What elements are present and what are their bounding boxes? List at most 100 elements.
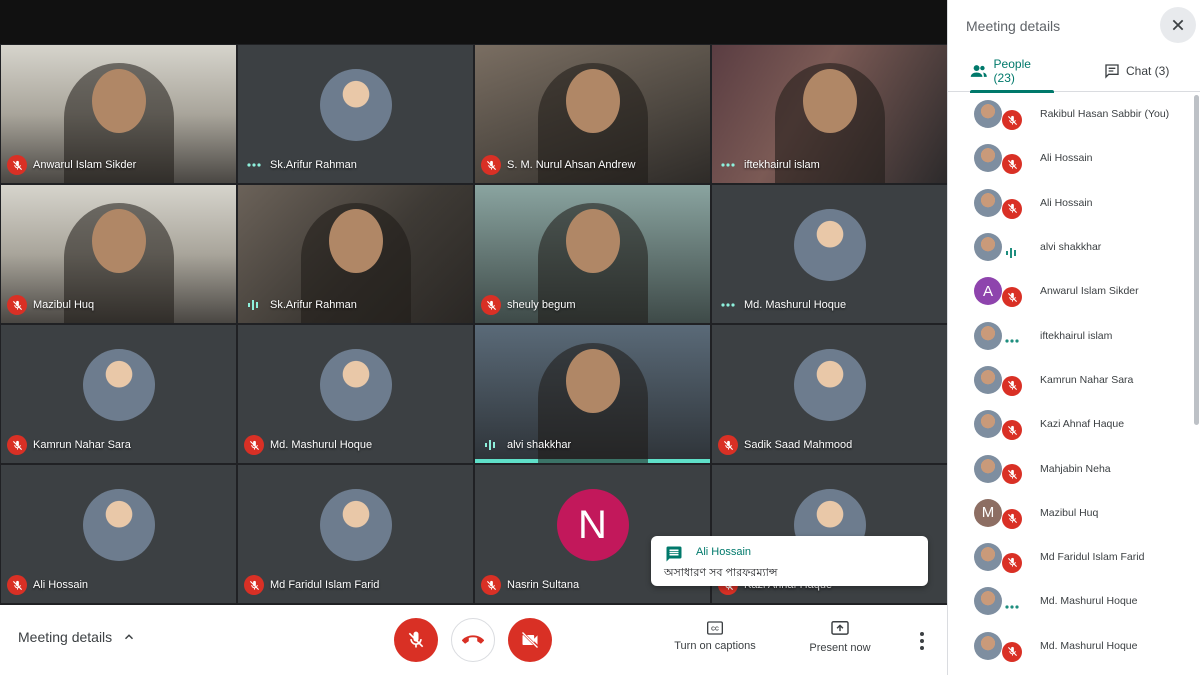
participant-video-face: [328, 209, 383, 273]
microphone-toggle-button[interactable]: [394, 618, 438, 662]
participant-nametag: Sk.Arifur Rahman: [244, 155, 357, 175]
participant-video-face: [565, 349, 620, 413]
panel-tabs: People (23) Chat (3): [948, 50, 1200, 93]
people-list-name: Mazibul Huq: [1040, 506, 1099, 519]
participant-tile[interactable]: Sk.Arifur Rahman: [237, 44, 474, 184]
speaking-indicator-icon: [1002, 243, 1022, 263]
chat-notification-sender: Ali Hossain: [696, 546, 752, 558]
people-icon: [970, 65, 987, 77]
participant-tile[interactable]: Anwarul Islam Sikder: [0, 44, 237, 184]
mic-off-icon: [1002, 110, 1022, 130]
meeting-details-button[interactable]: Meeting details: [18, 629, 136, 645]
people-list-item[interactable]: Md. Mashurul Hoque: [948, 579, 1193, 623]
people-list-item[interactable]: Kamrun Nahar Sara: [948, 358, 1193, 402]
people-list-name: Ali Hossain: [1040, 196, 1093, 209]
people-list-name: Kazi Ahnaf Haque: [1040, 418, 1125, 431]
present-label: Present now: [809, 642, 871, 654]
mic-off-icon: [7, 435, 27, 455]
participant-video-face: [565, 69, 620, 133]
people-list-item[interactable]: Ali Hossain: [948, 136, 1193, 180]
avatar: [974, 188, 1002, 217]
people-list-item[interactable]: alvi shakkhar: [948, 225, 1193, 269]
mic-off-icon: [481, 295, 501, 315]
avatar: [974, 454, 1002, 483]
participant-tile[interactable]: Md. Mashurul Hoque: [711, 184, 948, 324]
people-list-item[interactable]: Kazi Ahnaf Haque: [948, 402, 1193, 446]
participant-tile[interactable]: iftekhairul islam: [711, 44, 948, 184]
avatar: [974, 587, 1002, 616]
chat-icon: [1105, 64, 1119, 79]
participant-tile[interactable]: S. M. Nurul Ahsan Andrew: [474, 44, 711, 184]
participant-tile[interactable]: Mazibul Huq: [0, 184, 237, 324]
participant-nametag: alvi shakkhar: [481, 435, 571, 455]
avatar: [319, 69, 392, 141]
avatar: [793, 349, 866, 421]
participant-tile[interactable]: sheuly begum: [474, 184, 711, 324]
participant-name: S. M. Nurul Ahsan Andrew: [507, 159, 636, 171]
participant-tile[interactable]: Kamrun Nahar Sara: [0, 324, 237, 464]
chat-notification[interactable]: Ali Hossain অসাধারণ সব পারফরম্যান্স: [651, 536, 928, 586]
hang-up-icon: [462, 635, 484, 644]
mic-off-icon: [481, 575, 501, 595]
close-panel-button[interactable]: [1160, 7, 1196, 43]
avatar: [319, 489, 392, 561]
mic-off-icon: [481, 155, 501, 175]
present-now-button[interactable]: Present now: [806, 621, 874, 654]
participant-nametag: Anwarul Islam Sikder: [7, 155, 136, 175]
participant-video-face: [91, 69, 146, 133]
people-list-name: Mahjabin Neha: [1040, 462, 1111, 475]
participant-name: Ali Hossain: [33, 579, 89, 591]
participant-nametag: S. M. Nurul Ahsan Andrew: [481, 155, 635, 175]
tab-chat[interactable]: Chat (3): [1104, 50, 1169, 92]
mic-off-icon: [1002, 375, 1022, 396]
people-list-item[interactable]: Md Faridul Islam Farid: [948, 535, 1193, 579]
participant-tile[interactable]: Sadik Saad Mahmood: [711, 324, 948, 464]
captions-button[interactable]: CC Turn on captions: [672, 621, 758, 652]
mic-off-icon: [1002, 287, 1022, 308]
more-vert-icon: [920, 632, 924, 636]
participant-tile[interactable]: Md Faridul Islam Farid: [237, 464, 474, 604]
participant-name: Md. Mashurul Hoque: [270, 439, 373, 451]
close-icon: [1172, 19, 1184, 31]
people-list-name: alvi shakkhar: [1040, 241, 1102, 254]
avatar: [974, 321, 1002, 350]
people-list-name: Kamrun Nahar Sara: [1040, 373, 1134, 386]
participant-video-face: [91, 209, 146, 273]
participant-tile[interactable]: Md. Mashurul Hoque: [237, 324, 474, 464]
chat-icon: [666, 546, 682, 562]
participant-tile[interactable]: Sk.Arifur Rahman: [237, 184, 474, 324]
mic-off-icon: [1002, 508, 1022, 529]
participant-nametag: Kamrun Nahar Sara: [7, 435, 131, 455]
people-list-name: Md Faridul Islam Farid: [1040, 551, 1145, 564]
people-list-item[interactable]: M Mazibul Huq: [948, 491, 1193, 535]
people-list-item[interactable]: Rakibul Hasan Sabbir (You): [948, 92, 1193, 136]
participant-tile[interactable]: alvi shakkhar: [474, 324, 711, 464]
participant-tile[interactable]: Ali Hossain: [0, 464, 237, 604]
top-bar: [0, 0, 947, 44]
people-list-item[interactable]: Md. Mashurul Hoque: [948, 624, 1193, 668]
leave-call-button[interactable]: [451, 618, 495, 662]
participant-video-face: [565, 209, 620, 273]
avatar: [974, 233, 1002, 262]
idle-audio-icon: [244, 155, 264, 175]
people-list-item[interactable]: Ali Hossain: [948, 181, 1193, 225]
speaking-indicator-icon: [244, 295, 264, 315]
people-list-scrollbar[interactable]: [1194, 95, 1199, 425]
people-list-item[interactable]: iftekhairul islam: [948, 313, 1193, 357]
people-list-name: Anwarul Islam Sikder: [1040, 285, 1139, 298]
meeting-details-panel: Meeting details People (23) Chat (3) Rak…: [947, 0, 1200, 675]
panel-title: Meeting details: [966, 18, 1061, 34]
mic-off-icon: [244, 575, 264, 595]
camera-off-icon: [521, 631, 539, 649]
people-list-item[interactable]: Mahjabin Neha: [948, 446, 1193, 490]
camera-toggle-button[interactable]: [508, 618, 552, 662]
more-options-button[interactable]: [912, 627, 932, 655]
people-list-item[interactable]: A Anwarul Islam Sikder: [948, 269, 1193, 313]
participant-name: sheuly begum: [507, 299, 576, 311]
avatar: [82, 349, 155, 421]
mic-off-icon: [1002, 420, 1022, 441]
participant-name: Sadik Saad Mahmood: [744, 439, 853, 451]
mic-off-icon: [1002, 154, 1022, 175]
tab-people[interactable]: People (23): [970, 50, 1054, 93]
participant-name: Nasrin Sultana: [507, 579, 580, 591]
